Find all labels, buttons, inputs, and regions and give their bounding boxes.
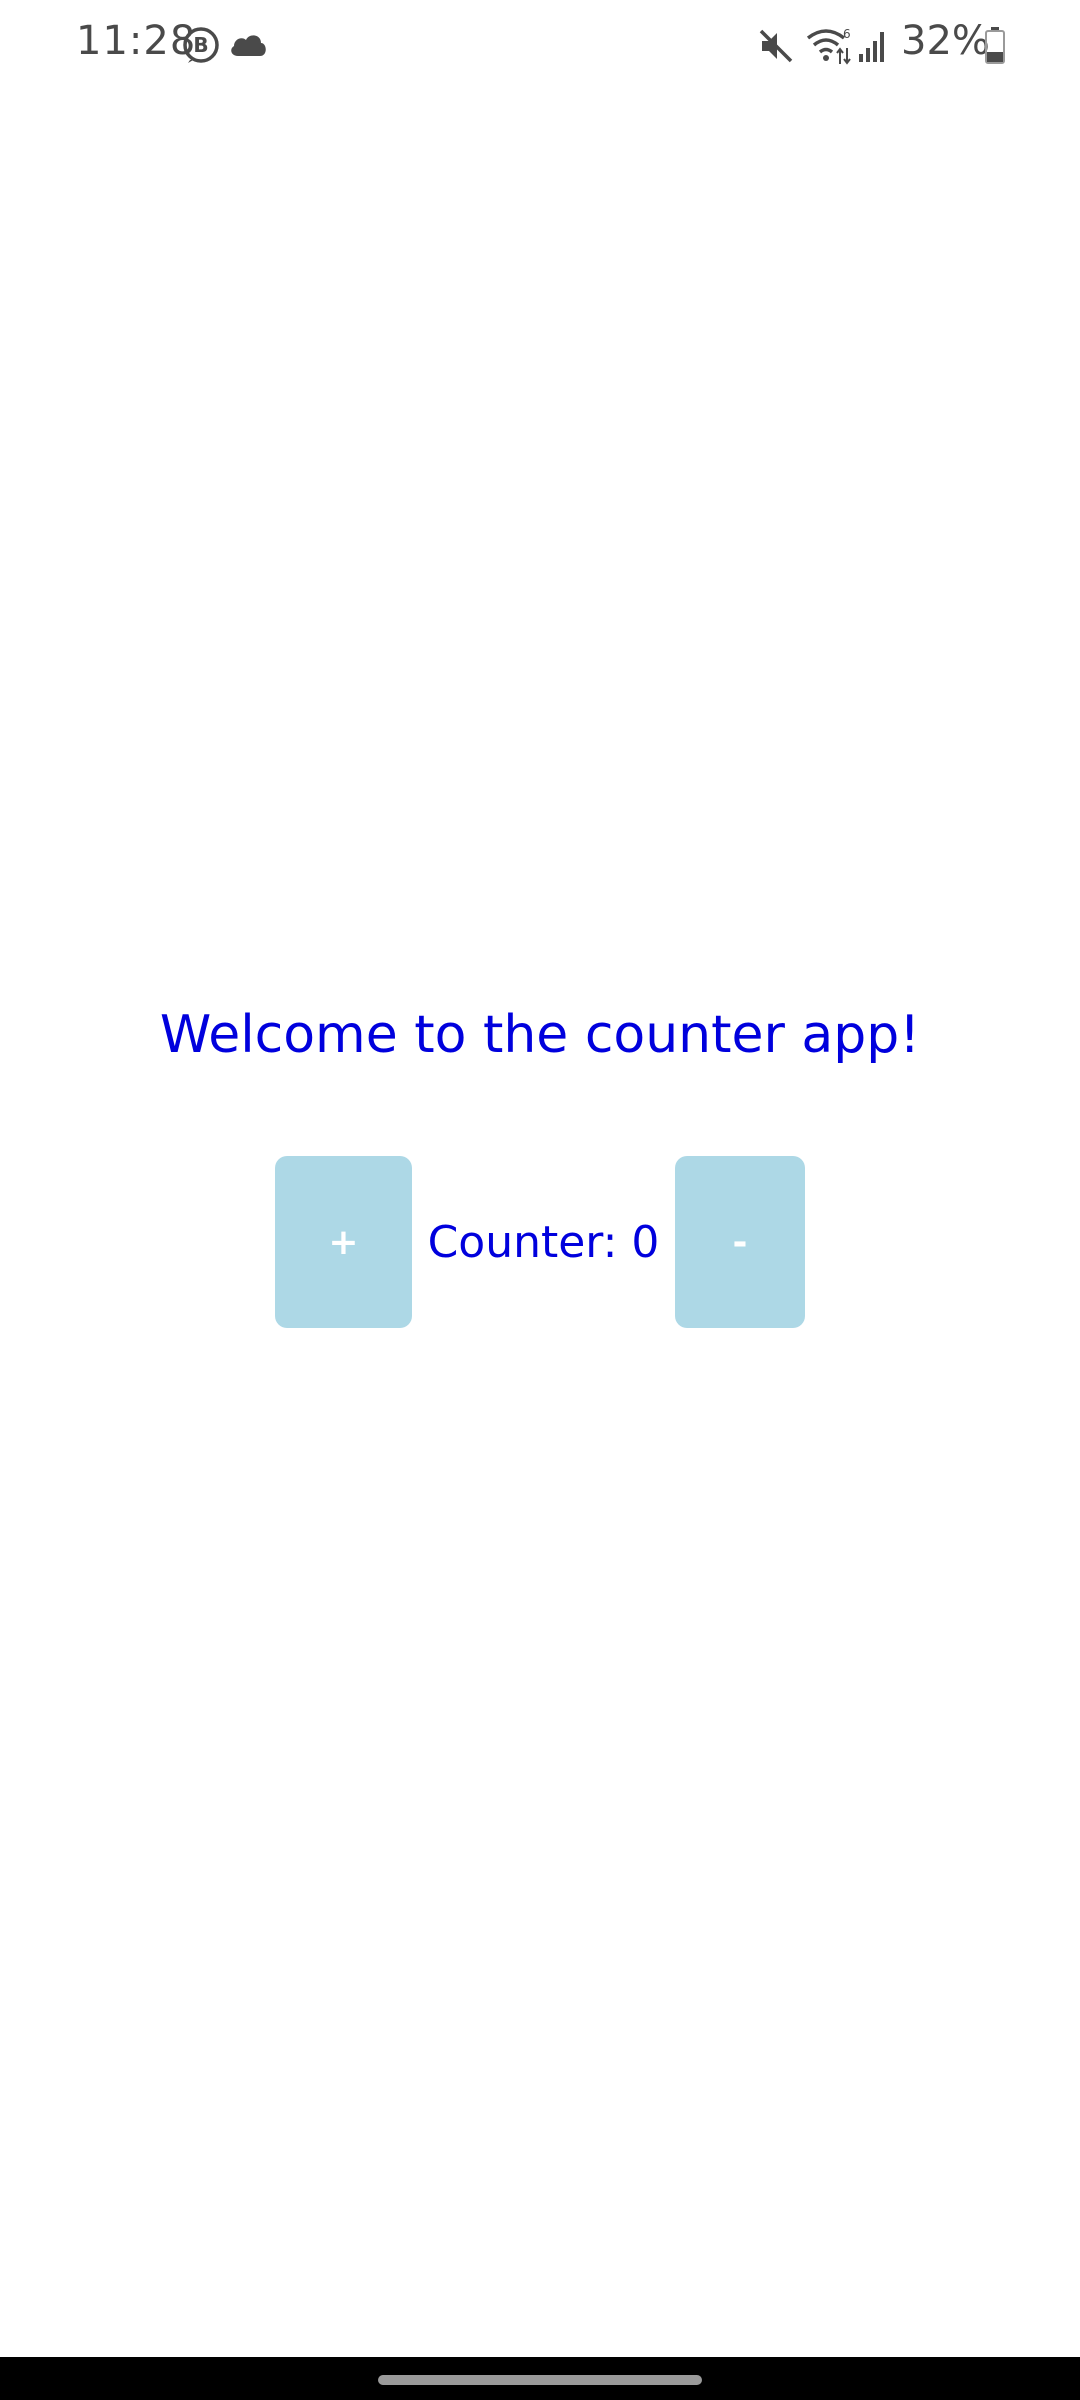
home-gesture-handle[interactable]: [378, 2375, 702, 2385]
increment-button[interactable]: +: [275, 1156, 412, 1328]
status-time: 11:28: [76, 18, 197, 64]
battery-icon: [985, 27, 1005, 64]
cloud-icon: [231, 35, 266, 56]
svg-text:6: 6: [843, 27, 851, 41]
welcome-title: Welcome to the counter app!: [159, 1005, 921, 1065]
status-bar: 11:28 B 6 32%: [0, 0, 1080, 90]
mute-icon: [759, 29, 793, 63]
counter-display: Counter: 0: [427, 1216, 660, 1268]
navigation-bar: [0, 2357, 1080, 2400]
battery-percent: 32%: [901, 18, 990, 64]
decrement-button[interactable]: -: [675, 1156, 805, 1328]
b-badge-icon: B: [183, 27, 219, 63]
svg-text:B: B: [193, 33, 208, 57]
wifi-icon: 6: [806, 27, 851, 65]
counter-row: + Counter: 0 -: [0, 1156, 1080, 1328]
signal-icon: [859, 32, 884, 62]
